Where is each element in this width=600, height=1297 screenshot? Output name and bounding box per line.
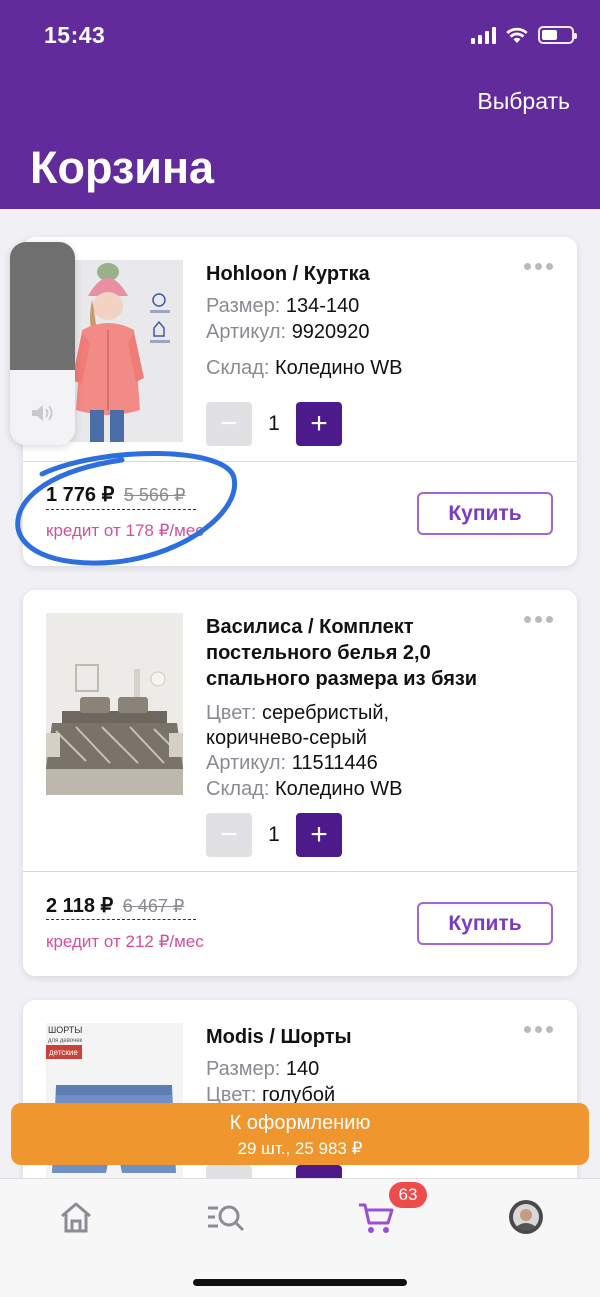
annotation-circle (15, 451, 238, 566)
decrease-quantity-button[interactable]: − (206, 402, 252, 446)
more-dots-icon[interactable] (524, 263, 553, 270)
quantity-value: 1 (268, 823, 280, 846)
old-price: 6 467 ₽ (122, 896, 185, 916)
attr-warehouse: Склад: Коледино WB (206, 357, 403, 379)
attr-article: Артикул: 9920920 (206, 321, 370, 343)
checkout-button[interactable]: К оформлению 29 шт., 25 983 ₽ (11, 1103, 589, 1165)
quantity-stepper: − 1 + (206, 813, 342, 857)
checkout-summary: 29 шт., 25 983 ₽ (237, 1139, 363, 1158)
decrease-quantity-button[interactable]: − (206, 813, 252, 857)
quantity-value: 1 (268, 412, 280, 435)
buy-button[interactable]: Купить (417, 902, 553, 945)
home-indicator[interactable] (193, 1279, 407, 1286)
credit-offer[interactable]: кредит от 212 ₽/мес (46, 932, 204, 952)
attr-warehouse: Склад: Коледино WB (206, 778, 403, 800)
quantity-stepper: − 1 + (206, 402, 342, 446)
checkout-title: К оформлению (229, 1112, 371, 1134)
status-icons (471, 26, 577, 44)
more-dots-icon[interactable] (524, 616, 553, 623)
status-time: 15:43 (44, 22, 106, 48)
increase-quantity-button[interactable]: + (296, 813, 342, 857)
price: 2 118 ₽ (46, 895, 114, 917)
attr-size: Размер: 140 (206, 1058, 320, 1080)
signal-icon (471, 26, 496, 44)
more-dots-icon[interactable] (524, 1026, 553, 1033)
attr-color-line2: коричнево-серый (206, 727, 367, 749)
cart-item-shorts: ШОРТЫ для девочек детские Modis / Шорты … (23, 1000, 577, 1209)
status-bar: 15:43 (0, 0, 600, 70)
page-title: Корзина (30, 142, 215, 193)
svg-text:детские: детские (49, 1048, 78, 1057)
buy-button[interactable]: Купить (417, 492, 553, 535)
volume-hud (10, 242, 75, 445)
product-name[interactable]: Hohloon / Куртка (206, 261, 536, 287)
product-image-bedding[interactable] (46, 613, 183, 795)
profile-avatar-icon[interactable] (506, 1197, 546, 1237)
divider (23, 871, 577, 872)
wifi-icon (506, 27, 528, 43)
svg-text:для девочек: для девочек (48, 1038, 83, 1044)
product-name[interactable]: Василиса / Комплект постельного белья 2,… (206, 614, 536, 692)
svg-text:ШОРТЫ: ШОРТЫ (48, 1025, 82, 1035)
attr-article: Артикул: 11511446 (206, 752, 378, 774)
attr-color: Цвет: серебристый, (206, 702, 390, 724)
increase-quantity-button[interactable]: + (296, 402, 342, 446)
header: 15:43 Выбрать Корзина (0, 0, 600, 209)
search-catalog-icon[interactable] (205, 1197, 245, 1237)
select-button[interactable]: Выбрать (477, 88, 570, 115)
price-underline (46, 919, 196, 920)
battery-icon (538, 26, 577, 44)
attr-size: Размер: 134-140 (206, 295, 360, 317)
speaker-icon (32, 405, 53, 421)
cart-icon[interactable] (356, 1197, 396, 1237)
cart-item-bedding: Василиса / Комплект постельного белья 2,… (23, 590, 577, 976)
product-name[interactable]: Modis / Шорты (206, 1024, 536, 1050)
price-row: 2 118 ₽ 6 467 ₽ (46, 893, 184, 918)
cart-count-badge: 63 (389, 1182, 427, 1208)
home-icon[interactable] (56, 1197, 96, 1237)
